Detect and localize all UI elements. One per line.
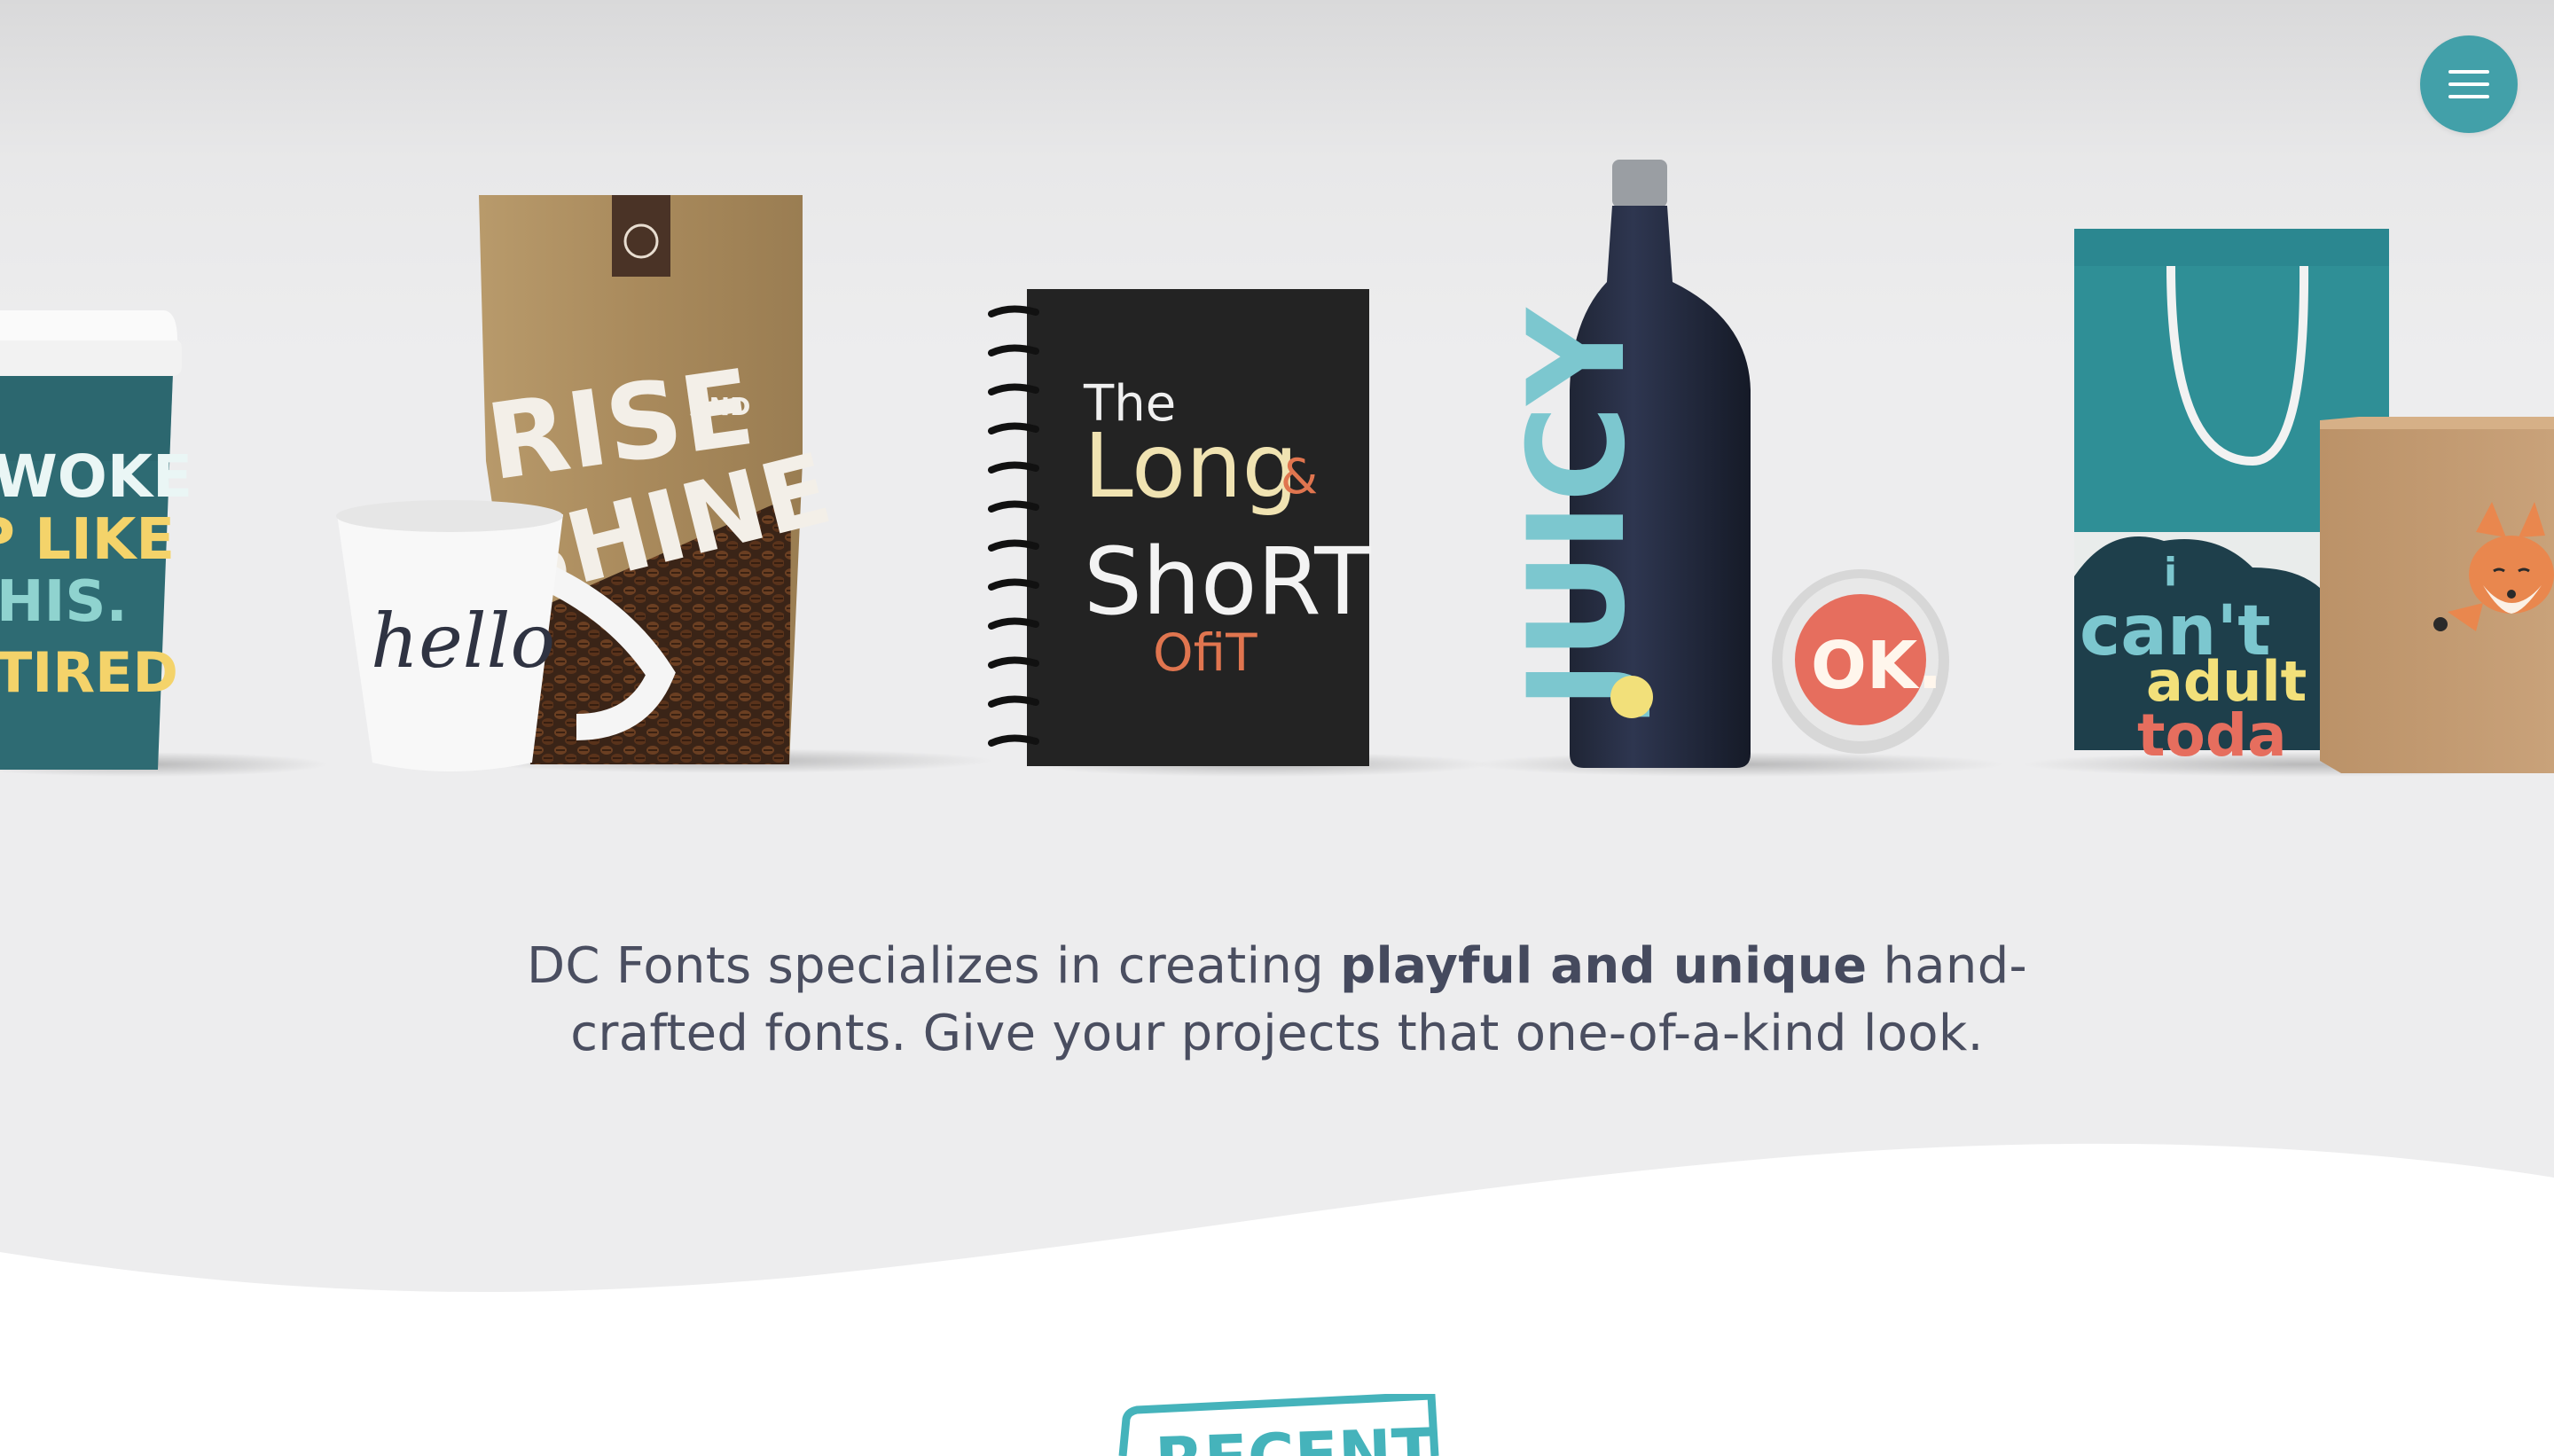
recent-label: RECENT	[1154, 1414, 1437, 1456]
cup-text-line-2: P LIKE	[0, 507, 175, 573]
menu-button[interactable]	[2420, 35, 2518, 133]
cup-text-line-1: WOKE	[0, 442, 192, 511]
cardboard-box-mockup	[2320, 417, 2554, 773]
recent-section-badge: RECENT	[1118, 1394, 1439, 1456]
sticker-text-today: toda	[2137, 701, 2287, 770]
sticker-text-i: i	[2164, 550, 2177, 595]
bottle-text: JUICY	[1500, 306, 1655, 717]
cup-text-line-4: TIRED	[0, 640, 178, 705]
notebook-text-long: Long	[1084, 414, 1298, 518]
hamburger-icon	[2448, 70, 2489, 98]
notebook-mockup: The Long & ShoRT OfiT	[988, 289, 1371, 766]
notebook-text-short: ShoRT	[1084, 528, 1371, 636]
ok-tin-mockup: OK.	[1772, 569, 1949, 754]
bag-text-and: AND	[690, 392, 750, 421]
coffee-cup-mockup: WOKE P LIKE HIS. TIRED	[0, 310, 192, 770]
mug-text: hello	[371, 598, 555, 685]
hero-product-showcase: WOKE P LIKE HIS. TIRED RISE AND SHINE he…	[0, 160, 2554, 777]
page: WOKE P LIKE HIS. TIRED RISE AND SHINE he…	[0, 0, 2554, 1456]
tin-text: OK.	[1811, 628, 1942, 704]
juicy-bottle-mockup: JUICY	[1500, 160, 1751, 768]
cup-text-line-3: HIS.	[0, 569, 128, 635]
intro-tagline: DC Fonts specializes in creating playful…	[497, 933, 2057, 1068]
notebook-text-amp: &	[1281, 449, 1318, 505]
tagline-emphasis: playful and unique	[1340, 937, 1868, 995]
tagline-text-start: DC Fonts specializes in creating	[526, 937, 1341, 995]
notebook-text-ofit: OfiT	[1153, 622, 1257, 683]
